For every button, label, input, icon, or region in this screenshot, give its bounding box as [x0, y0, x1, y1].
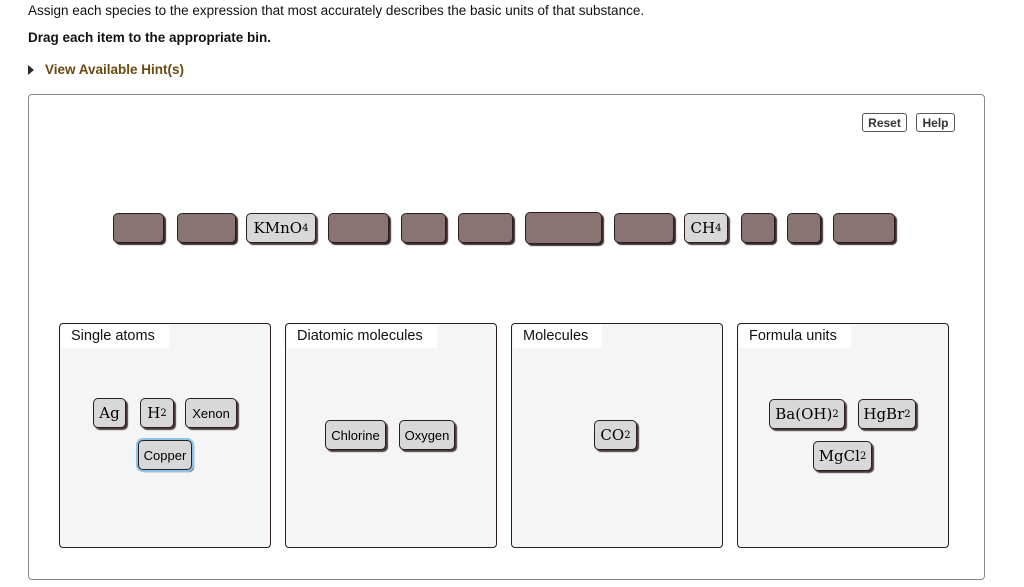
- empty-slot[interactable]: [328, 213, 389, 243]
- item-label: KMnO: [253, 219, 303, 237]
- item-ch4[interactable]: CH 4: [684, 213, 728, 243]
- item-label: Oxygen: [404, 427, 450, 443]
- item-kmno4[interactable]: KMnO 4: [246, 213, 316, 243]
- item-subscript: 2: [624, 429, 631, 441]
- item-ag[interactable]: Ag: [93, 398, 126, 428]
- item-mgcl2[interactable]: MgCl 2: [813, 441, 872, 471]
- bin-label: Diatomic molecules: [287, 325, 437, 348]
- view-hints-label: View Available Hint(s): [45, 62, 185, 77]
- bin-label: Formula units: [739, 325, 851, 348]
- bin-label: Single atoms: [61, 325, 169, 348]
- item-copper[interactable]: Copper: [138, 440, 192, 470]
- item-label: MgCl: [818, 447, 860, 465]
- item-subscript: 2: [859, 450, 867, 462]
- help-button[interactable]: Help: [916, 113, 955, 132]
- empty-slot[interactable]: [177, 213, 236, 243]
- item-subscript: 2: [160, 407, 167, 419]
- bin-single-atoms[interactable]: Single atoms: [59, 323, 271, 548]
- item-label: HgBr: [863, 405, 905, 423]
- bin-label: Molecules: [513, 325, 603, 348]
- empty-slot[interactable]: [401, 213, 446, 243]
- empty-slot[interactable]: [458, 213, 513, 243]
- item-subscript: 2: [832, 408, 839, 420]
- expand-triangle-icon: [28, 64, 34, 75]
- bin-formula-units[interactable]: Formula units: [737, 323, 949, 548]
- item-label: CH: [690, 219, 716, 237]
- view-hints-link[interactable]: View Available Hint(s): [28, 62, 184, 77]
- item-subscript: 2: [904, 408, 911, 420]
- item-label: Copper: [143, 447, 187, 463]
- item-hgbr2[interactable]: HgBr 2: [858, 399, 916, 429]
- item-label: CO: [600, 426, 625, 444]
- item-label: Ba(OH): [775, 405, 833, 423]
- bin-diatomic-molecules[interactable]: Diatomic molecules: [285, 323, 497, 548]
- item-oxygen[interactable]: Oxygen: [399, 420, 455, 450]
- item-subscript: 4: [302, 222, 309, 234]
- instruction-text: Assign each species to the expression th…: [28, 3, 645, 18]
- item-label: H: [147, 404, 161, 422]
- empty-slot[interactable]: [113, 213, 164, 243]
- item-chlorine[interactable]: Chlorine: [325, 420, 386, 450]
- item-label: Xenon: [192, 405, 230, 421]
- reset-button[interactable]: Reset: [862, 113, 907, 132]
- drag-instruction: Drag each item to the appropriate bin.: [28, 30, 272, 45]
- empty-slot[interactable]: [833, 213, 895, 243]
- item-label: Ag: [99, 404, 120, 422]
- item-subscript: 4: [715, 222, 722, 234]
- item-baoh2[interactable]: Ba(OH) 2: [769, 399, 845, 429]
- item-xenon[interactable]: Xenon: [185, 398, 237, 428]
- empty-slot[interactable]: [614, 213, 674, 243]
- item-label: Chlorine: [331, 427, 380, 443]
- empty-slot[interactable]: [741, 213, 775, 243]
- empty-slot[interactable]: [787, 213, 821, 243]
- item-h2[interactable]: H2: [140, 398, 174, 428]
- item-co2[interactable]: CO 2: [594, 420, 637, 450]
- empty-slot[interactable]: [525, 212, 602, 244]
